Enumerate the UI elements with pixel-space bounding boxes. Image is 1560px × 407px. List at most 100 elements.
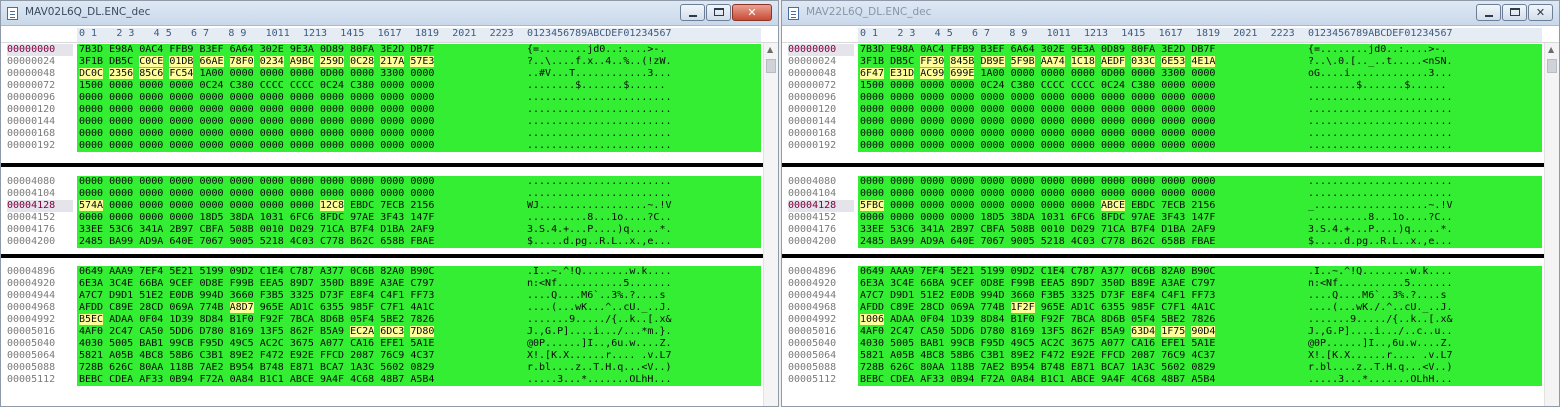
hex-row[interactable]: 00004968 AFDD C89E 28CD 069A 774B A8D7 96… [1,302,761,314]
ascii-text[interactable]: {=........jd0..:....>-. [525,44,761,56]
hex-bytes[interactable]: AFDD C89E 28CD 069A 774B 1F2F 965E AD1C … [858,302,1306,314]
ascii-text[interactable]: J.,G.P]....i.../..c..u.. [1306,326,1542,338]
hex-row[interactable]: 00000024 3F1B DB5C C0CE 01DB 66AE 78F0 02… [1,56,761,68]
hex-row[interactable]: 00005088 728B 626C 80AA 118B 7AE2 B954 B7… [782,362,1542,374]
ascii-text[interactable]: ..........8...1o....?C.. [525,212,761,224]
ascii-text[interactable]: ?..\....f.x..4..%..(!zW. [525,56,761,68]
hex-row[interactable]: 00004128 574A 0000 0000 0000 0000 0000 00… [1,200,761,212]
ascii-text[interactable]: .......9...../{..k..[.x& [525,314,761,326]
hex-row[interactable]: 00000192 0000 0000 0000 0000 0000 0000 00… [1,140,761,152]
hex-bytes[interactable]: 0649 AAA9 7EF4 5E21 5199 09D2 C1E4 C787 … [77,266,525,278]
close-button[interactable]: ✕ [1528,4,1553,21]
hex-bytes[interactable]: 3F1B DB5C C0CE 01DB 66AE 78F0 0234 A9BC … [77,56,525,68]
hex-row[interactable]: 00004104 0000 0000 0000 0000 0000 0000 00… [782,188,1542,200]
hex-bytes[interactable]: 7B3D E98A 0AC4 FFB9 B3EF 6A64 302E 9E3A … [77,44,525,56]
hex-bytes[interactable]: DC0C 2356 85C6 FC54 1A00 0000 0000 0000 … [77,68,525,80]
ascii-text[interactable]: 3.S.4.+...P....)q.....*. [1306,224,1542,236]
hex-bytes[interactable]: 0000 0000 0000 0000 0000 0000 0000 0000 … [77,92,525,104]
hex-bytes[interactable]: 6E3A 3C4E 66BA 9CEF 0D8E F99B EEA5 89D7 … [858,278,1306,290]
hex-bytes[interactable]: B5EC ADAA 0F04 1D39 8D84 B1F0 F92F 7BCA … [77,314,525,326]
hex-bytes[interactable]: 4030 5005 BAB1 99CB F95D 49C5 AC2C 3675 … [77,338,525,350]
ascii-text[interactable]: ........................ [1306,104,1542,116]
hex-bytes[interactable]: 0000 0000 0000 0000 0000 0000 0000 0000 … [77,188,525,200]
hex-bytes[interactable]: BEBC CDEA AF33 0B94 F72A 0A84 B1C1 ABCE … [858,374,1306,386]
ascii-text[interactable]: J.,G.P]....i.../...*m.}. [525,326,761,338]
ascii-text[interactable]: ........................ [525,140,761,152]
hex-bytes[interactable]: 0649 AAA9 7EF4 5E21 5199 09D2 C1E4 C787 … [858,266,1306,278]
hex-bytes[interactable]: A7C7 D9D1 51E2 E0DB 994D 3660 F3B5 3325 … [858,290,1306,302]
scroll-up-icon[interactable]: ▲ [767,45,773,54]
ascii-text[interactable]: .I..~.^!Q........w.k.... [1306,266,1542,278]
hex-bytes[interactable]: 4AF0 2C47 CA50 5DD6 D780 8169 13F5 862F … [858,326,1306,338]
ascii-text[interactable]: ........$.......$...... [525,80,761,92]
hex-row[interactable]: 00000000 7B3D E98A 0AC4 FFB9 B3EF 6A64 30… [1,44,761,56]
ascii-text[interactable]: ........................ [525,128,761,140]
ascii-text[interactable]: ........................ [1306,92,1542,104]
ascii-text[interactable]: ....Q....M6`..3%.?....s [1306,290,1542,302]
hex-row[interactable]: 00004080 0000 0000 0000 0000 0000 0000 00… [1,176,761,188]
hex-row[interactable]: 00004896 0649 AAA9 7EF4 5E21 5199 09D2 C1… [1,266,761,278]
hex-bytes[interactable]: 0000 0000 0000 0000 0000 0000 0000 0000 … [77,140,525,152]
minimize-button[interactable] [680,4,705,21]
scroll-up-icon[interactable]: ▲ [1548,45,1554,54]
hex-row[interactable]: 00000120 0000 0000 0000 0000 0000 0000 00… [1,104,761,116]
hex-bytes[interactable]: 6E3A 3C4E 66BA 9CEF 0D8E F99B EEA5 89D7 … [77,278,525,290]
vertical-scrollbar[interactable]: ▲ [1544,43,1559,406]
hex-bytes[interactable]: 5FBC 0000 0000 0000 0000 0000 0000 0000 … [858,200,1306,212]
hex-bytes[interactable]: 0000 0000 0000 0000 0000 0000 0000 0000 … [858,140,1306,152]
hex-bytes[interactable]: 0000 0000 0000 0000 0000 0000 0000 0000 … [858,176,1306,188]
ascii-text[interactable]: WJ..................~.!V [525,200,761,212]
ascii-text[interactable]: X!.[K.X......r.... .v.L7 [1306,350,1542,362]
ascii-text[interactable]: ........................ [1306,128,1542,140]
hex-row[interactable]: 00005064 5821 A05B 4BC8 58B6 C3B1 89E2 F4… [782,350,1542,362]
hex-row[interactable]: 00004176 33EE 53C6 341A 2B97 CBFA 508B 00… [782,224,1542,236]
hex-row[interactable]: 00004080 0000 0000 0000 0000 0000 0000 00… [782,176,1542,188]
hex-bytes[interactable]: 728B 626C 80AA 118B 7AE2 B954 B748 E871 … [858,362,1306,374]
hex-row[interactable]: 00004200 2485 BA99 AD9A 640E 7067 9005 52… [1,236,761,248]
hex-row[interactable]: 00004152 0000 0000 0000 0000 18D5 38DA 10… [782,212,1542,224]
hex-row[interactable]: 00004128 5FBC 0000 0000 0000 0000 0000 00… [782,200,1542,212]
hex-bytes[interactable]: 0000 0000 0000 0000 0000 0000 0000 0000 … [77,104,525,116]
ascii-text[interactable]: $.....d.pg..R.L..x.,e... [1306,236,1542,248]
ascii-text[interactable]: ....(...wK./.^..cU._..J. [1306,302,1542,314]
hex-row[interactable]: 00004992 B5EC ADAA 0F04 1D39 8D84 B1F0 F9… [1,314,761,326]
hex-bytes[interactable]: 4030 5005 BAB1 99CB F95D 49C5 AC2C 3675 … [858,338,1306,350]
hex-row[interactable]: 00005112 BEBC CDEA AF33 0B94 F72A 0A84 B1… [782,374,1542,386]
ascii-text[interactable]: .....3...*.......OLhH... [525,374,761,386]
hex-bytes[interactable]: 0000 0000 0000 0000 0000 0000 0000 0000 … [858,104,1306,116]
hex-bytes[interactable]: 6F47 E31D AC99 699E 1A00 0000 0000 0000 … [858,68,1306,80]
ascii-text[interactable]: ........................ [525,176,761,188]
hex-bytes[interactable]: 728B 626C 80AA 118B 7AE2 B954 B748 E871 … [77,362,525,374]
ascii-text[interactable]: oG....i.............3... [1306,68,1542,80]
hex-bytes[interactable]: 0000 0000 0000 0000 0000 0000 0000 0000 … [858,128,1306,140]
hex-row[interactable]: 00004104 0000 0000 0000 0000 0000 0000 00… [1,188,761,200]
hex-row[interactable]: 00000072 1500 0000 0000 0000 0C24 C380 CC… [782,80,1542,92]
hex-bytes[interactable]: 574A 0000 0000 0000 0000 0000 0000 0000 … [77,200,525,212]
hex-row[interactable]: 00005040 4030 5005 BAB1 99CB F95D 49C5 AC… [782,338,1542,350]
hex-bytes[interactable]: 0000 0000 0000 0000 0000 0000 0000 0000 … [858,188,1306,200]
ascii-text[interactable]: ........................ [525,92,761,104]
ascii-text[interactable]: $.....d.pg..R.L..x.,e... [525,236,761,248]
hex-row[interactable]: 00000024 3F1B DB5C FF30 845B DB9E 5F9B AA… [782,56,1542,68]
vertical-scrollbar[interactable]: ▲ [763,43,778,406]
hex-row[interactable]: 00004920 6E3A 3C4E 66BA 9CEF 0D8E F99B EE… [1,278,761,290]
hex-row[interactable]: 00004968 AFDD C89E 28CD 069A 774B 1F2F 96… [782,302,1542,314]
ascii-text[interactable]: .I..~.^!Q........w.k.... [525,266,761,278]
hex-bytes[interactable]: AFDD C89E 28CD 069A 774B A8D7 965E AD1C … [77,302,525,314]
minimize-button[interactable] [1476,4,1501,21]
hex-bytes[interactable]: 5821 A05B 4BC8 58B6 C3B1 89E2 F472 E92E … [858,350,1306,362]
ascii-text[interactable]: ....(...wK...^..cU._..J. [525,302,761,314]
ascii-text[interactable]: ........................ [1306,188,1542,200]
hex-bytes[interactable]: 3F1B DB5C FF30 845B DB9E 5F9B AA74 1C18 … [858,56,1306,68]
ascii-text[interactable]: X!.[K.X......r.... .v.L7 [525,350,761,362]
hex-bytes[interactable]: 33EE 53C6 341A 2B97 CBFA 508B 0010 D029 … [77,224,525,236]
hex-row[interactable]: 00000096 0000 0000 0000 0000 0000 0000 00… [1,92,761,104]
ascii-text[interactable]: ........................ [1306,140,1542,152]
ascii-text[interactable]: ........$.......$...... [1306,80,1542,92]
hex-bytes[interactable]: 1500 0000 0000 0000 0C24 C380 CCCC CCCC … [858,80,1306,92]
ascii-text[interactable]: ....Q....M6`..3%.?....s [525,290,761,302]
close-button[interactable]: ✕ [732,4,772,21]
hex-row[interactable]: 00004200 2485 BA99 AD9A 640E 7067 9005 52… [782,236,1542,248]
ascii-text[interactable]: 3.S.4.+...P....)q.....*. [525,224,761,236]
hex-row[interactable]: 00000192 0000 0000 0000 0000 0000 0000 00… [782,140,1542,152]
